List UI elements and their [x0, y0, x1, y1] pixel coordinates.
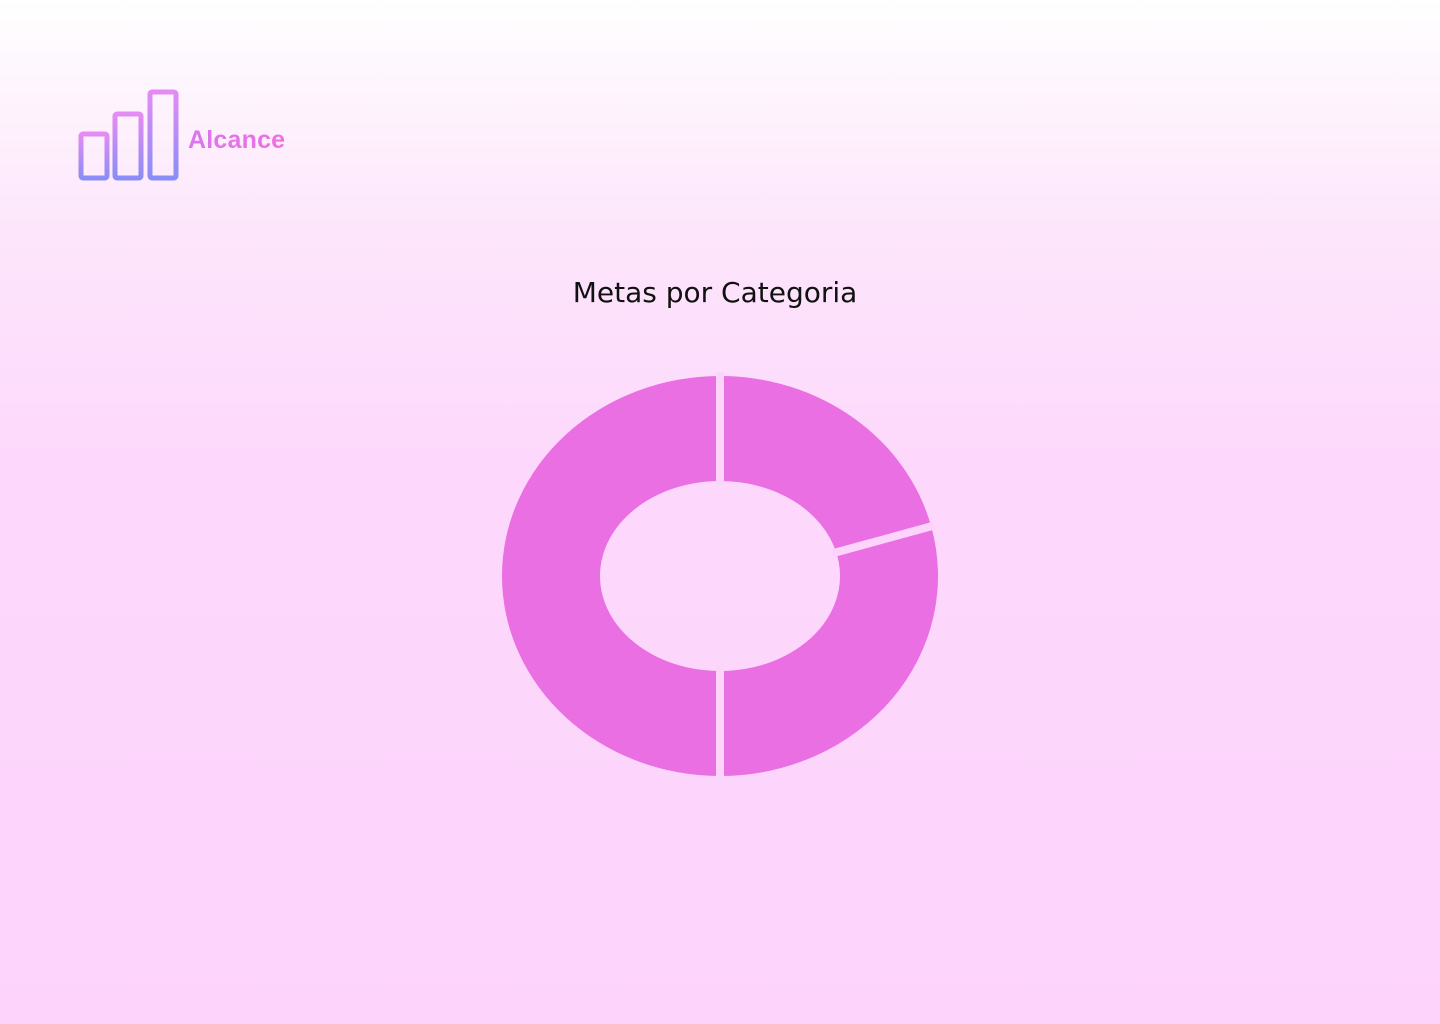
donut-chart-svg	[502, 372, 938, 780]
bar-chart-logo-icon	[66, 89, 192, 181]
brand-name: Alcance	[188, 126, 286, 154]
donut-slice-1[interactable]	[720, 376, 932, 553]
donut-slice-3[interactable]	[502, 376, 720, 776]
donut-chart	[490, 364, 950, 788]
brand-logo[interactable]: Alcance	[64, 86, 304, 186]
chart-title: Metas por Categoria	[572, 276, 858, 309]
donut-slice-2[interactable]	[720, 526, 938, 776]
